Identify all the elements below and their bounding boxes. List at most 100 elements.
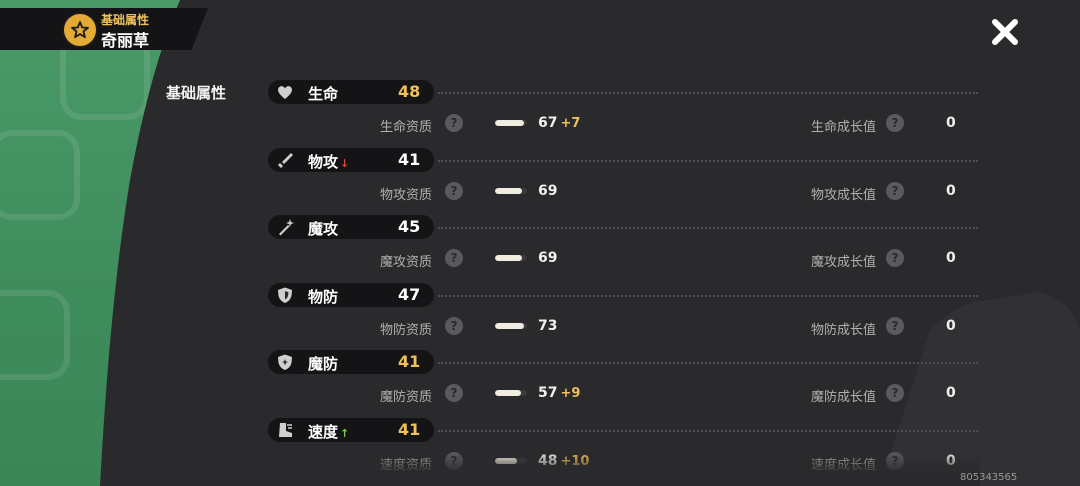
stat-name: 速度 ↑: [308, 421, 349, 442]
help-icon[interactable]: ?: [445, 114, 463, 132]
aptitude-bar-fill: [495, 390, 521, 396]
aptitude-bar: [495, 390, 527, 396]
aptitude-label: 物防资质: [380, 323, 433, 338]
aptitude-bar-fill: [495, 120, 524, 126]
stat-name-text: 物防: [308, 288, 339, 306]
pet-name: 奇丽草: [101, 31, 150, 50]
aptitude-bar-fill: [495, 188, 523, 194]
sword-icon: [278, 153, 293, 168]
shield-icon: [278, 287, 292, 303]
heart-icon: [278, 86, 292, 99]
wand-icon: [279, 219, 294, 236]
aptitude-bonus: +9: [560, 386, 581, 401]
aptitude-value-text: 67: [538, 115, 558, 131]
aptitude-value: 73: [538, 318, 560, 334]
section-label: 基础属性: [166, 84, 227, 102]
aptitude-value-text: 73: [538, 318, 558, 334]
help-icon[interactable]: ?: [445, 182, 463, 200]
attributes-panel: [0, 0, 1080, 486]
help-icon[interactable]: ?: [445, 317, 463, 335]
help-icon[interactable]: ?: [886, 317, 904, 335]
stat-name: 生命: [308, 83, 338, 104]
stat-pill: 魔防 41: [268, 350, 434, 374]
aptitude-label: 生命资质: [380, 120, 433, 135]
aptitude-row: 物防资质? 73 物防成长值? 0: [380, 316, 980, 338]
aptitude-bar: [495, 188, 527, 194]
growth-label: 物防成长值: [811, 323, 877, 338]
stat-row: 魔防 41: [268, 350, 978, 374]
stat-name-text: 魔攻: [308, 220, 339, 238]
stat-name: 物防: [308, 286, 338, 307]
stat-name: 魔攻: [308, 218, 338, 239]
growth-value: 0: [946, 318, 956, 334]
stat-value: 47: [398, 285, 421, 304]
aptitude-value: 69: [538, 250, 560, 266]
aptitude-bar: [495, 120, 527, 126]
stat-name: 魔防: [308, 353, 338, 374]
aptitude-value-text: 69: [538, 183, 558, 199]
aptitude-label: 魔攻资质: [380, 255, 433, 270]
aptitude-bar: [495, 323, 527, 329]
aptitude-value-text: 57: [538, 385, 558, 401]
stat-down-arrow-icon: ↓: [340, 157, 350, 170]
footer-id: 805343565: [960, 472, 1018, 483]
aptitude-value-text: 69: [538, 250, 558, 266]
growth-label: 魔防成长值: [811, 390, 877, 405]
growth-value: 0: [946, 115, 956, 131]
growth-value: 0: [946, 385, 956, 401]
aptitude-row: 魔攻资质? 69 魔攻成长值? 0: [380, 248, 980, 270]
stat-name-text: 速度: [308, 423, 339, 441]
stat-value: 45: [398, 217, 421, 236]
growth-label: 生命成长值: [811, 120, 877, 135]
stat-pill: 物攻 ↓ 41: [268, 148, 434, 172]
growth-value: 0: [946, 183, 956, 199]
close-button[interactable]: [988, 15, 1022, 49]
aptitude-row: 魔防资质? 57 +9 魔防成长值? 0: [380, 383, 980, 405]
growth-value: 0: [946, 250, 956, 266]
stat-row: 物防 47: [268, 283, 978, 307]
stat-value: 41: [398, 420, 421, 439]
aptitude-bar-fill: [495, 255, 523, 261]
stat-row: 魔攻 45: [268, 215, 978, 239]
stat-pill: 生命 48: [268, 80, 434, 104]
dotted-divider: [438, 92, 978, 94]
stat-row: 生命 48: [268, 80, 978, 104]
stat-value: 41: [398, 352, 421, 371]
help-icon[interactable]: ?: [886, 384, 904, 402]
dotted-divider: [438, 160, 978, 162]
growth-label: 魔攻成长值: [811, 255, 877, 270]
stat-row: 速度 ↑ 41: [268, 418, 978, 442]
dotted-divider: [438, 430, 978, 432]
boot-icon: [279, 423, 292, 437]
aptitude-value: 57 +9: [538, 385, 580, 401]
magic-shield-icon: [278, 354, 292, 370]
stat-pill: 物防 47: [268, 283, 434, 307]
help-icon[interactable]: ?: [445, 384, 463, 402]
help-icon[interactable]: ?: [886, 114, 904, 132]
aptitude-row: 生命资质? 67 +7 生命成长值? 0: [380, 113, 980, 135]
stat-name-text: 物攻: [308, 153, 339, 171]
help-icon[interactable]: ?: [886, 182, 904, 200]
aptitude-row: 物攻资质? 69 物攻成长值? 0: [380, 181, 980, 203]
aptitude-value: 67 +7: [538, 115, 580, 131]
stat-pill: 魔攻 45: [268, 215, 434, 239]
stat-pill: 速度 ↑ 41: [268, 418, 434, 442]
help-icon[interactable]: ?: [886, 249, 904, 267]
header-subtitle: 基础属性: [101, 13, 150, 27]
stat-name: 物攻 ↓: [308, 151, 349, 172]
dotted-divider: [438, 362, 978, 364]
stat-name-text: 生命: [308, 85, 339, 103]
aptitude-label: 物攻资质: [380, 188, 433, 203]
dotted-divider: [438, 227, 978, 229]
stat-value: 48: [398, 82, 421, 101]
aptitude-bar: [495, 255, 527, 261]
stat-up-arrow-icon: ↑: [340, 427, 350, 440]
aptitude-bar-fill: [495, 323, 524, 329]
help-icon[interactable]: ?: [445, 249, 463, 267]
stat-name-text: 魔防: [308, 355, 339, 373]
stat-value: 41: [398, 150, 421, 169]
close-icon: [992, 19, 1018, 45]
scroll-fade: [260, 452, 980, 486]
growth-label: 物攻成长值: [811, 188, 877, 203]
panel-shape: [100, 0, 1080, 486]
